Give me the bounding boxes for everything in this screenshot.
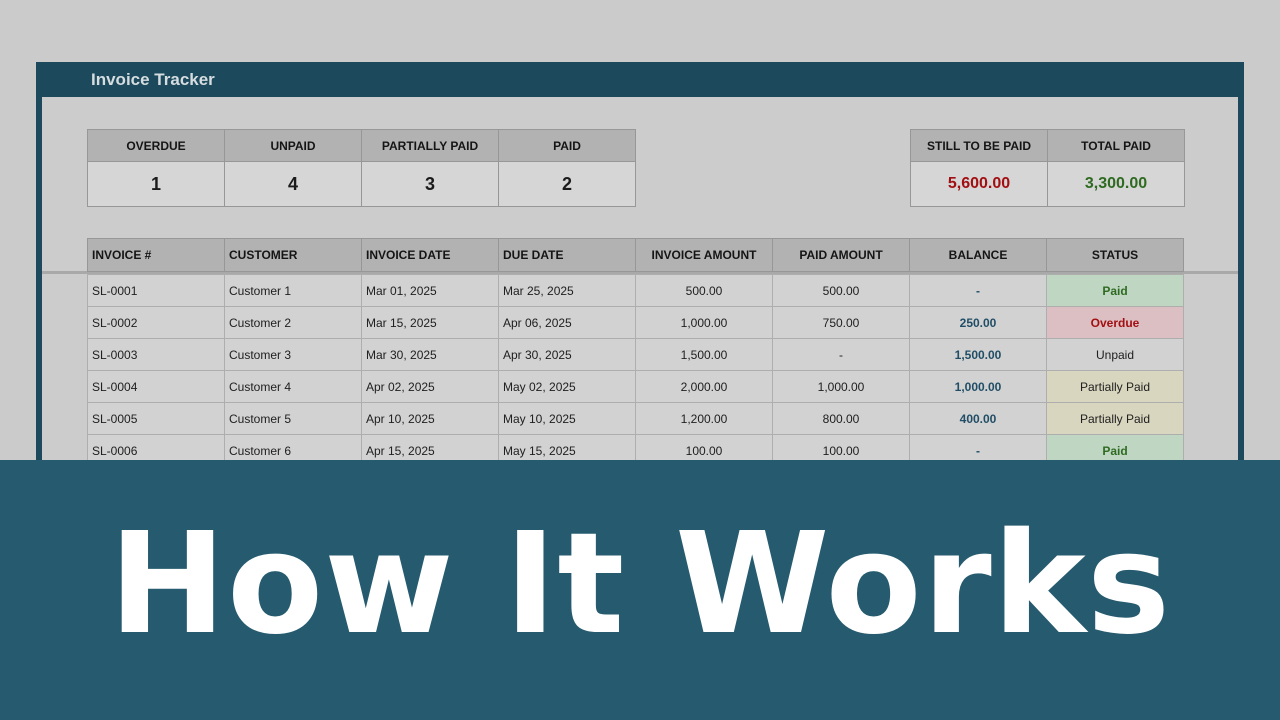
- cell-balance[interactable]: 400.00: [909, 402, 1047, 435]
- cell-invoice-amount[interactable]: 500.00: [635, 274, 773, 307]
- totals-value-still-to-be-paid[interactable]: 5,600.00: [910, 161, 1048, 207]
- cell-status[interactable]: Paid: [1046, 274, 1184, 307]
- banner-title: How It Works: [108, 502, 1172, 666]
- cell-invoice-number[interactable]: SL-0004: [87, 370, 225, 403]
- cell-status[interactable]: Partially Paid: [1046, 370, 1184, 403]
- summary-value-paid[interactable]: 2: [498, 161, 636, 207]
- column-header-invoice-date[interactable]: INVOICE DATE: [361, 238, 499, 272]
- cell-due-date[interactable]: Apr 30, 2025: [498, 338, 636, 371]
- summary-header-partially-paid: PARTIALLY PAID: [361, 129, 499, 162]
- cell-due-date[interactable]: Mar 25, 2025: [498, 274, 636, 307]
- app-title: Invoice Tracker: [91, 70, 215, 89]
- cell-invoice-date[interactable]: Apr 02, 2025: [361, 370, 499, 403]
- table-header-row: INVOICE # CUSTOMER INVOICE DATE DUE DATE…: [87, 238, 1184, 272]
- cell-invoice-date[interactable]: Apr 10, 2025: [361, 402, 499, 435]
- cell-balance[interactable]: 1,000.00: [909, 370, 1047, 403]
- summary-header-paid: PAID: [498, 129, 636, 162]
- cell-invoice-number[interactable]: SL-0003: [87, 338, 225, 371]
- cell-invoice-amount[interactable]: 1,000.00: [635, 306, 773, 339]
- cell-customer[interactable]: Customer 3: [224, 338, 362, 371]
- cell-invoice-date[interactable]: Mar 01, 2025: [361, 274, 499, 307]
- column-header-status[interactable]: STATUS: [1046, 238, 1184, 272]
- cell-paid-amount[interactable]: 800.00: [772, 402, 910, 435]
- cell-paid-amount[interactable]: 1,000.00: [772, 370, 910, 403]
- summary-header-overdue: OVERDUE: [87, 129, 225, 162]
- how-it-works-banner: How It Works: [0, 460, 1280, 720]
- cell-invoice-amount[interactable]: 1,500.00: [635, 338, 773, 371]
- cell-invoice-number[interactable]: SL-0002: [87, 306, 225, 339]
- invoice-table: INVOICE # CUSTOMER INVOICE DATE DUE DATE…: [87, 238, 1184, 467]
- status-summary-table: OVERDUE UNPAID PARTIALLY PAID PAID 1 4 3…: [87, 129, 636, 207]
- cell-status[interactable]: Overdue: [1046, 306, 1184, 339]
- totals-value-total-paid[interactable]: 3,300.00: [1047, 161, 1185, 207]
- cell-paid-amount[interactable]: 500.00: [772, 274, 910, 307]
- table-row: SL-0001 Customer 1 Mar 01, 2025 Mar 25, …: [87, 274, 1184, 307]
- totals-header-still-to-be-paid: STILL TO BE PAID: [910, 129, 1048, 162]
- cell-invoice-number[interactable]: SL-0005: [87, 402, 225, 435]
- cell-balance[interactable]: -: [909, 274, 1047, 307]
- cell-customer[interactable]: Customer 5: [224, 402, 362, 435]
- table-row: SL-0004 Customer 4 Apr 02, 2025 May 02, …: [87, 370, 1184, 403]
- cell-paid-amount[interactable]: -: [772, 338, 910, 371]
- cell-customer[interactable]: Customer 1: [224, 274, 362, 307]
- summary-value-unpaid[interactable]: 4: [224, 161, 362, 207]
- cell-balance[interactable]: 250.00: [909, 306, 1047, 339]
- cell-due-date[interactable]: May 02, 2025: [498, 370, 636, 403]
- table-row: SL-0003 Customer 3 Mar 30, 2025 Apr 30, …: [87, 338, 1184, 371]
- cell-due-date[interactable]: Apr 06, 2025: [498, 306, 636, 339]
- summary-value-partially-paid[interactable]: 3: [361, 161, 499, 207]
- column-header-balance[interactable]: BALANCE: [909, 238, 1047, 272]
- column-header-due-date[interactable]: DUE DATE: [498, 238, 636, 272]
- cell-status[interactable]: Unpaid: [1046, 338, 1184, 371]
- cell-invoice-date[interactable]: Mar 30, 2025: [361, 338, 499, 371]
- column-header-customer[interactable]: CUSTOMER: [224, 238, 362, 272]
- table-row: SL-0005 Customer 5 Apr 10, 2025 May 10, …: [87, 402, 1184, 435]
- cell-invoice-amount[interactable]: 2,000.00: [635, 370, 773, 403]
- cell-status[interactable]: Partially Paid: [1046, 402, 1184, 435]
- cell-invoice-date[interactable]: Mar 15, 2025: [361, 306, 499, 339]
- column-header-paid-amount[interactable]: PAID AMOUNT: [772, 238, 910, 272]
- cell-balance[interactable]: 1,500.00: [909, 338, 1047, 371]
- table-row: SL-0002 Customer 2 Mar 15, 2025 Apr 06, …: [87, 306, 1184, 339]
- cell-customer[interactable]: Customer 4: [224, 370, 362, 403]
- cell-invoice-number[interactable]: SL-0001: [87, 274, 225, 307]
- column-header-invoice-number[interactable]: INVOICE #: [87, 238, 225, 272]
- cell-invoice-amount[interactable]: 1,200.00: [635, 402, 773, 435]
- summary-value-overdue[interactable]: 1: [87, 161, 225, 207]
- cell-paid-amount[interactable]: 750.00: [772, 306, 910, 339]
- column-header-invoice-amount[interactable]: INVOICE AMOUNT: [635, 238, 773, 272]
- cell-customer[interactable]: Customer 2: [224, 306, 362, 339]
- totals-header-total-paid: TOTAL PAID: [1047, 129, 1185, 162]
- summary-header-unpaid: UNPAID: [224, 129, 362, 162]
- totals-table: STILL TO BE PAID TOTAL PAID 5,600.00 3,3…: [910, 129, 1185, 207]
- cell-due-date[interactable]: May 10, 2025: [498, 402, 636, 435]
